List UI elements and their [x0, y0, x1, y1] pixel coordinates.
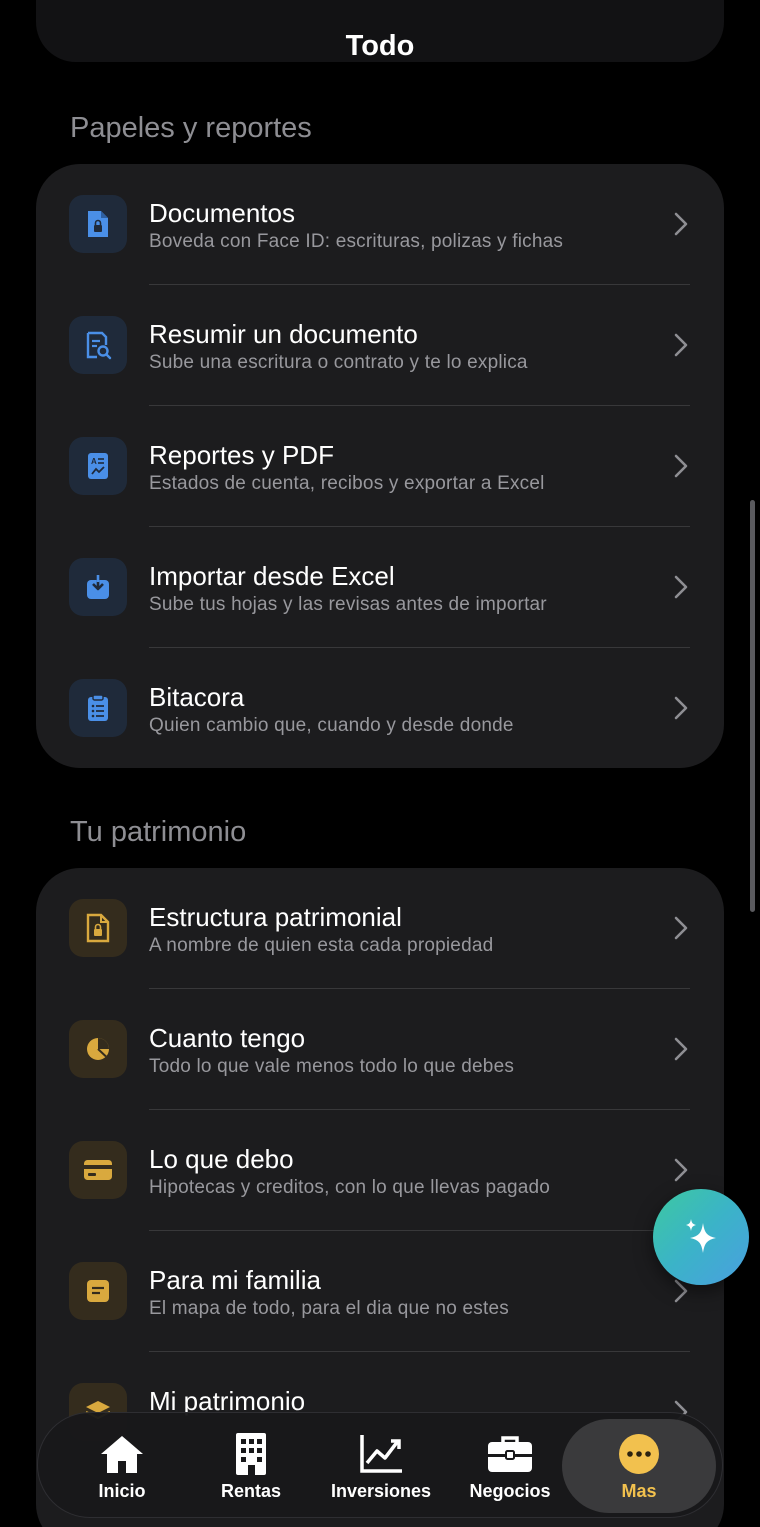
menu-item-title: Reportes y PDF	[149, 440, 334, 470]
papeles-card: Documentos Boveda con Face ID: escritura…	[36, 164, 724, 768]
menu-item-subtitle: El mapa de todo, para el dia que no este…	[149, 1298, 509, 1319]
menu-item-cuanto-tengo[interactable]: Cuanto tengo Todo lo que vale menos todo…	[36, 989, 724, 1110]
pie-chart-icon	[69, 1020, 127, 1078]
chevron-right-icon	[674, 454, 688, 478]
bottom-tab-bar: Inicio Rentas Inversiones Negocios Mas	[37, 1412, 723, 1518]
document-search-icon	[69, 316, 127, 374]
menu-item-subtitle: Sube tus hojas y las revisas antes de im…	[149, 594, 547, 615]
svg-text:A: A	[91, 457, 97, 466]
menu-item-title: Resumir un documento	[149, 319, 418, 349]
scrollbar[interactable]	[750, 500, 755, 912]
tab-inversiones[interactable]: Inversiones	[316, 1413, 446, 1517]
menu-item-title: Cuanto tengo	[149, 1023, 306, 1053]
chevron-right-icon	[674, 696, 688, 720]
menu-item-resumir[interactable]: Resumir un documento Sube una escritura …	[36, 285, 724, 406]
more-dots-icon	[617, 1431, 661, 1477]
building-icon	[230, 1431, 272, 1477]
tab-mas[interactable]: Mas	[562, 1419, 716, 1513]
menu-item-subtitle: A nombre de quien esta cada propiedad	[149, 935, 494, 956]
report-icon: A	[69, 437, 127, 495]
menu-item-title: Documentos	[149, 198, 295, 228]
chart-line-icon	[358, 1431, 404, 1477]
tab-label: Rentas	[220, 1481, 282, 1501]
home-icon	[98, 1431, 146, 1477]
menu-item-importar[interactable]: Importar desde Excel Sube tus hojas y la…	[36, 527, 724, 648]
menu-item-estructura[interactable]: Estructura patrimonial A nombre de quien…	[36, 868, 724, 989]
ai-assistant-button[interactable]	[653, 1189, 749, 1285]
chevron-right-icon	[674, 575, 688, 599]
document-lock-icon	[69, 899, 127, 957]
chevron-right-icon	[674, 1158, 688, 1182]
page-title: Todo	[345, 30, 415, 62]
chevron-right-icon	[674, 916, 688, 940]
tab-inicio[interactable]: Inicio	[57, 1413, 187, 1517]
chevron-right-icon	[674, 333, 688, 357]
family-note-icon	[69, 1262, 127, 1320]
sparkle-icon	[686, 1219, 716, 1253]
menu-item-subtitle: Boveda con Face ID: escrituras, polizas …	[149, 231, 564, 252]
import-download-icon	[69, 558, 127, 616]
clipboard-icon	[69, 679, 127, 737]
menu-item-subtitle: Todo lo que vale menos todo lo que debes	[149, 1056, 515, 1077]
menu-item-title: Estructura patrimonial	[149, 902, 402, 932]
tab-negocios[interactable]: Negocios	[445, 1413, 575, 1517]
menu-item-title: Bitacora	[149, 682, 245, 712]
section-title-patrimonio: Tu patrimonio	[70, 816, 247, 848]
menu-item-para-mi-familia[interactable]: Para mi familia El mapa de todo, para el…	[36, 1231, 724, 1352]
tab-label: Negocios	[469, 1481, 551, 1501]
menu-item-subtitle: Estados de cuenta, recibos y exportar a …	[149, 473, 545, 494]
menu-item-lo-que-debo[interactable]: Lo que debo Hipotecas y creditos, con lo…	[36, 1110, 724, 1231]
section-title-papeles: Papeles y reportes	[70, 112, 312, 144]
tab-rentas[interactable]: Rentas	[186, 1413, 316, 1517]
menu-item-subtitle: Hipotecas y creditos, con lo que llevas …	[149, 1177, 551, 1198]
tab-label: Inicio	[98, 1481, 146, 1501]
menu-item-title: Lo que debo	[149, 1144, 294, 1174]
menu-item-subtitle: Quien cambio que, cuando y desde donde	[149, 715, 514, 736]
credit-card-icon	[69, 1141, 127, 1199]
chevron-right-icon	[674, 1037, 688, 1061]
tab-label: Inversiones	[330, 1481, 432, 1501]
menu-item-subtitle: Sube una escritura o contrato y te lo ex…	[149, 352, 528, 373]
document-lock-icon	[69, 195, 127, 253]
tab-label: Mas	[621, 1481, 657, 1501]
briefcase-icon	[486, 1431, 534, 1477]
menu-item-title: Para mi familia	[149, 1265, 321, 1295]
menu-item-reportes[interactable]: A Reportes y PDF Estados de cuenta, reci…	[36, 406, 724, 527]
chevron-right-icon	[674, 212, 688, 236]
menu-item-documentos[interactable]: Documentos Boveda con Face ID: escritura…	[36, 164, 724, 285]
menu-item-title: Importar desde Excel	[149, 561, 395, 591]
menu-item-bitacora[interactable]: Bitacora Quien cambio que, cuando y desd…	[36, 648, 724, 768]
